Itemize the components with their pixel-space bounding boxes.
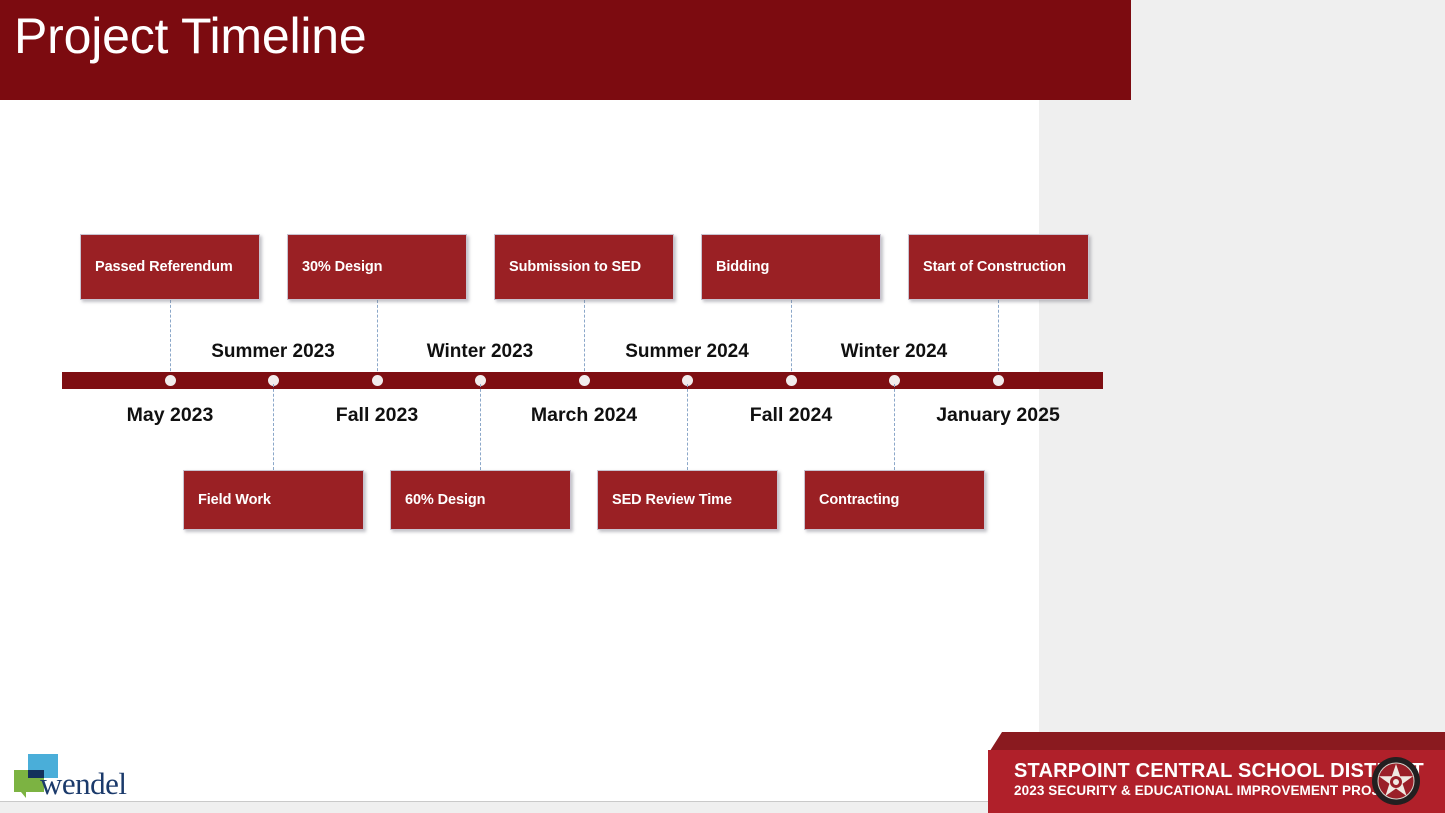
season-label: Winter 2024: [840, 341, 948, 362]
date-label: May 2023: [126, 404, 214, 426]
milestone-box-bottom[interactable]: Field Work: [183, 470, 364, 530]
timeline-dot: [579, 375, 590, 386]
slide-canvas: [0, 0, 1039, 802]
connector-line-top: [584, 300, 585, 376]
milestone-label: 30% Design: [302, 259, 383, 275]
date-label: Fall 2023: [335, 404, 419, 426]
connector-line-top: [170, 300, 171, 376]
starpoint-district-name: STARPOINT CENTRAL SCHOOL DISTRICT: [1014, 760, 1424, 782]
date-label: January 2025: [936, 404, 1060, 426]
timeline-dot: [786, 375, 797, 386]
connector-line-top: [998, 300, 999, 376]
timeline-dot: [165, 375, 176, 386]
milestone-box-top[interactable]: 30% Design: [287, 234, 467, 300]
date-label: March 2024: [530, 404, 638, 426]
season-label: Summer 2023: [211, 341, 335, 362]
milestone-label: 60% Design: [405, 492, 486, 508]
season-label: Winter 2023: [426, 341, 534, 362]
milestone-label: Field Work: [198, 492, 271, 508]
starpoint-footer: STARPOINT CENTRAL SCHOOL DISTRICT 2023 S…: [988, 732, 1445, 813]
connector-line-top: [791, 300, 792, 376]
milestone-label: Contracting: [819, 492, 900, 508]
milestone-box-bottom[interactable]: Contracting: [804, 470, 985, 530]
milestone-box-top[interactable]: Bidding: [701, 234, 881, 300]
milestone-label: SED Review Time: [612, 492, 732, 508]
milestone-label: Bidding: [716, 259, 770, 275]
wendel-wordmark: wendel: [40, 766, 127, 801]
milestone-label: Passed Referendum: [95, 259, 233, 275]
timeline-dot: [993, 375, 1004, 386]
starpoint-project-name: 2023 SECURITY & EDUCATIONAL IMPROVEMENT …: [1014, 783, 1407, 798]
slide-root: Project Timeline Passed Referendum 30% De…: [0, 0, 1445, 813]
season-label: Summer 2024: [625, 341, 749, 362]
milestone-box-top[interactable]: Passed Referendum: [80, 234, 260, 300]
title-banner: Project Timeline: [0, 0, 1131, 100]
milestone-label: Start of Construction: [923, 259, 1066, 275]
connector-line-bottom: [480, 384, 481, 470]
milestone-box-top[interactable]: Submission to SED: [494, 234, 674, 300]
timeline-dot: [372, 375, 383, 386]
wendel-logo: wendel: [12, 752, 212, 804]
connector-line-bottom: [273, 384, 274, 470]
connector-line-top: [377, 300, 378, 376]
connector-line-bottom: [687, 384, 688, 470]
connector-line-bottom: [894, 384, 895, 470]
milestone-box-bottom[interactable]: 60% Design: [390, 470, 571, 530]
milestone-label: Submission to SED: [509, 259, 642, 275]
starpoint-seal-icon: [1372, 757, 1420, 805]
page-title: Project Timeline: [14, 8, 367, 64]
milestone-box-top[interactable]: Start of Construction: [908, 234, 1089, 300]
date-label: Fall 2024: [749, 404, 833, 426]
milestone-box-bottom[interactable]: SED Review Time: [597, 470, 778, 530]
